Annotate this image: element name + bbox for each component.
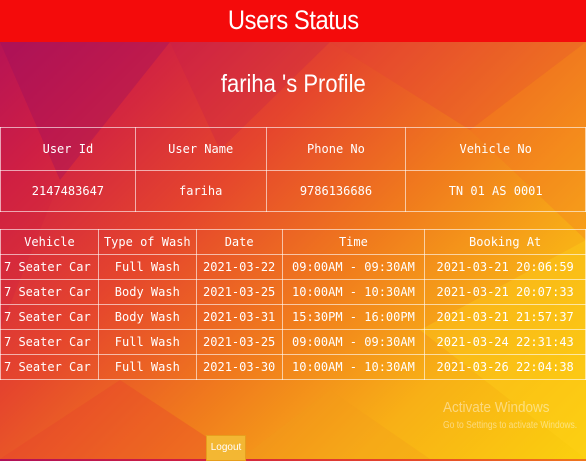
time-cell: 09:00AM - 09:30AM [281, 329, 426, 355]
profile-heading-text: fariha 's Profile [220, 70, 366, 98]
booking-at-cell: 2021-03-24 22:31:43 [424, 329, 586, 355]
booking-header-row: Vehicle Type of Wash Date Time Booking A… [0, 229, 586, 255]
date-cell: 2021-03-22 [195, 254, 283, 280]
vehicle-cell: 7 Seater Car [0, 254, 99, 280]
user-info-row: 2147483647 fariha 9786136686 TN 01 AS 00… [0, 170, 586, 212]
table-row: 7 Seater Car Body Wash 2021-03-25 10:00A… [0, 279, 586, 305]
user-info-table: User Id User Name Phone No Vehicle No 21… [0, 127, 586, 212]
user-name-value: fariha [134, 170, 267, 212]
wash-type-cell: Full Wash [97, 329, 197, 355]
phone-no-value: 9786136686 [265, 170, 407, 212]
booking-at-cell: 2021-03-26 22:04:38 [424, 354, 586, 380]
date-cell: 2021-03-25 [195, 329, 283, 355]
table-row: 7 Seater Car Full Wash 2021-03-25 09:00A… [0, 329, 586, 355]
booking-at-cell: 2021-03-21 20:06:59 [424, 254, 586, 280]
logout-button[interactable]: Logout [206, 435, 246, 461]
date-cell: 2021-03-30 [195, 354, 283, 380]
column-header-user-id: User Id [0, 127, 136, 171]
column-header-type-of-wash: Type of Wash [97, 229, 197, 255]
column-header-vehicle-no: Vehicle No [405, 127, 586, 171]
date-cell: 2021-03-31 [195, 304, 283, 330]
column-header-user-name: User Name [134, 127, 267, 171]
column-header-date: Date [195, 229, 283, 255]
booking-at-cell: 2021-03-21 20:07:33 [424, 279, 586, 305]
vehicle-cell: 7 Seater Car [0, 354, 99, 380]
watermark-title: Activate Windows [443, 399, 550, 416]
column-header-vehicle: Vehicle [0, 229, 99, 255]
table-row: 7 Seater Car Full Wash 2021-03-30 10:00A… [0, 354, 586, 380]
table-row: 7 Seater Car Full Wash 2021-03-22 09:00A… [0, 254, 586, 280]
user-id-value: 2147483647 [0, 170, 136, 212]
vehicle-cell: 7 Seater Car [0, 329, 99, 355]
vehicle-cell: 7 Seater Car [0, 304, 99, 330]
date-cell: 2021-03-25 [195, 279, 283, 305]
activate-windows-watermark: Activate Windows Go to Settings to activ… [443, 399, 586, 431]
page-title: Users Status [227, 5, 359, 35]
booking-table: Vehicle Type of Wash Date Time Booking A… [0, 229, 586, 380]
time-cell: 15:30PM - 16:00PM [281, 304, 426, 330]
vehicle-cell: 7 Seater Car [0, 279, 99, 305]
table-row: 7 Seater Car Body Wash 2021-03-31 15:30P… [0, 304, 586, 330]
wash-type-cell: Full Wash [97, 254, 197, 280]
column-header-time: Time [281, 229, 426, 255]
column-header-booking-at: Booking At [424, 229, 586, 255]
time-cell: 10:00AM - 10:30AM [281, 354, 426, 380]
booking-at-cell: 2021-03-21 21:57:37 [424, 304, 586, 330]
time-cell: 09:00AM - 09:30AM [281, 254, 426, 280]
profile-heading: fariha 's Profile [0, 70, 586, 99]
header-bar: Users Status [0, 0, 586, 42]
wash-type-cell: Body Wash [97, 279, 197, 305]
wash-type-cell: Full Wash [97, 354, 197, 380]
user-info-header-row: User Id User Name Phone No Vehicle No [0, 127, 586, 171]
time-cell: 10:00AM - 10:30AM [281, 279, 426, 305]
column-header-phone-no: Phone No [265, 127, 407, 171]
vehicle-no-value: TN 01 AS 0001 [405, 170, 586, 212]
watermark-subtitle: Go to Settings to activate Windows. [443, 420, 578, 431]
wash-type-cell: Body Wash [97, 304, 197, 330]
